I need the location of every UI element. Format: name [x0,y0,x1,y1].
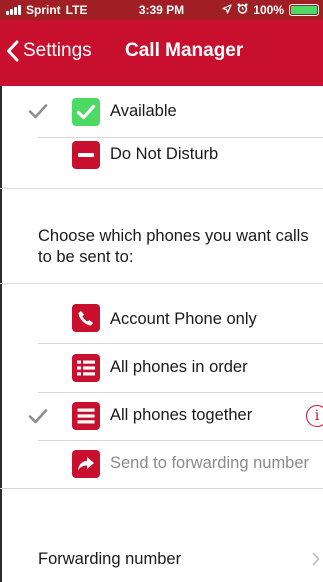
ordered-list-icon [72,354,100,382]
section-heading: Choose which phones you want calls to be… [38,227,309,266]
divider [0,283,323,284]
phone-icon [72,304,100,332]
back-button[interactable]: Settings [6,40,92,62]
divider [38,440,323,441]
routing-option-all-in-order[interactable]: All phones in order [0,352,323,388]
availability-label: Do Not Disturb [110,145,219,163]
divider [38,343,323,344]
divider [0,188,323,189]
checkmark-icon [28,103,58,119]
stacked-list-icon [72,402,100,430]
routing-label: Account Phone only [110,310,257,328]
chevron-left-icon [6,40,19,62]
call-manager-screen: Sprint LTE 3:39 PM 100% Settings Call Ma… [0,0,323,582]
forwarding-number-label: Forwarding number [38,550,182,568]
header: Sprint LTE 3:39 PM 100% Settings Call Ma… [0,0,323,86]
divider [38,392,323,393]
battery-fill [291,6,317,14]
battery-icon [289,4,319,16]
info-icon[interactable]: i [306,405,323,427]
battery-percent: 100% [253,3,284,17]
location-icon [222,3,232,17]
nav-bar: Settings Call Manager [0,20,323,86]
back-label: Settings [23,40,92,61]
page-title: Call Manager [125,40,244,61]
forward-arrow-icon [72,450,100,478]
chevron-right-icon [312,552,320,571]
alarm-icon [237,3,248,17]
routing-option-forwarding[interactable]: Send to forwarding number [0,447,323,483]
routing-option-all-together[interactable]: All phones together i [0,396,323,436]
status-right: 100% [222,3,319,17]
routing-label: All phones in order [110,358,248,376]
status-bar: Sprint LTE 3:39 PM 100% [0,0,323,20]
availability-option-available[interactable]: Available [0,86,323,138]
availability-option-do-not-disturb[interactable]: Do Not Disturb [0,138,323,176]
routing-option-account-phone[interactable]: Account Phone only [0,300,323,340]
availability-label: Available [110,102,177,120]
forwarding-number-row[interactable]: Forwarding number [0,542,323,582]
routing-label: Send to forwarding number [110,454,310,472]
divider [0,488,323,489]
check-icon [72,98,100,126]
routing-label: All phones together [110,406,253,424]
checkmark-icon [28,408,58,424]
minus-icon [72,141,100,169]
